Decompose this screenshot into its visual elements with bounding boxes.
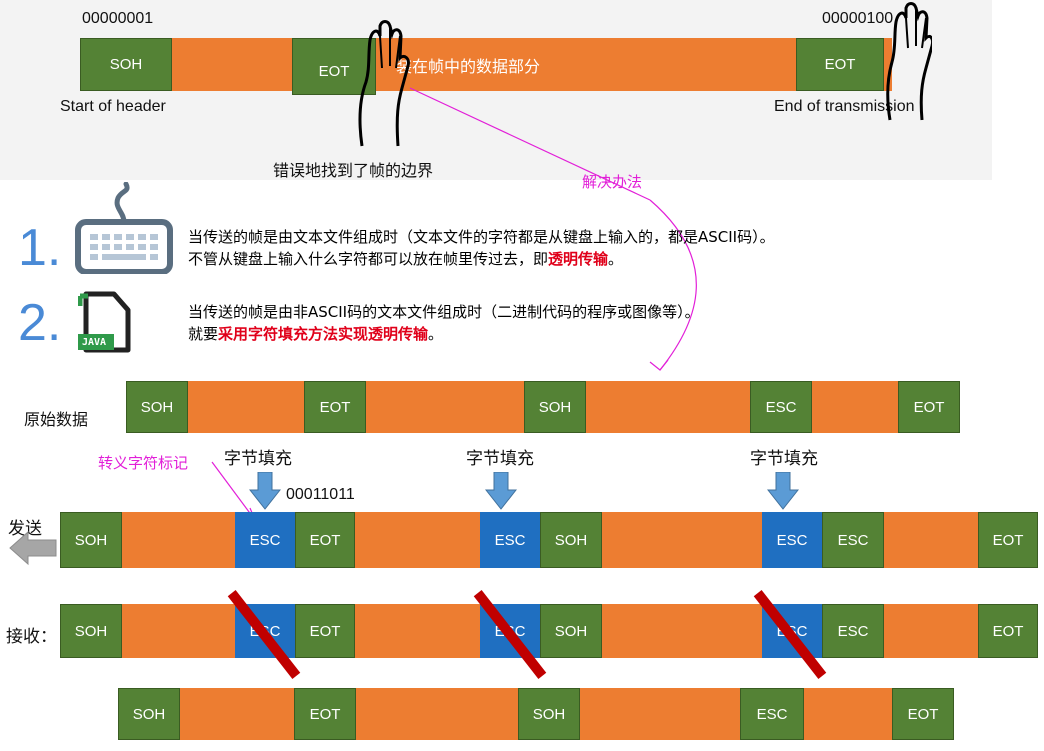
original-seg-soh-2: SOH xyxy=(524,381,586,433)
down-arrow-icon-2 xyxy=(485,472,517,510)
original-seg-soh-1: SOH xyxy=(126,381,188,433)
receive-seg-esc: ESC xyxy=(822,604,884,658)
point2-number: 2. xyxy=(18,294,62,352)
point1-line2: 不管从键盘上输入什么字符都可以放在帧里传过去，即透明传输。 xyxy=(188,248,775,270)
stuffing-label-2: 字节填充 xyxy=(466,449,534,469)
receive-frame: SOH ESC EOT ESC SOH ESC ESC EOT xyxy=(60,604,1038,658)
solution-label: 解决办法 xyxy=(582,173,643,191)
left-arrow-icon xyxy=(9,530,57,566)
send-seg-esc-stuffed-2: ESC xyxy=(480,512,540,568)
point1-number: 1. xyxy=(18,219,62,277)
result-seg-soh-2: SOH xyxy=(518,688,580,740)
point2-line1: 当传送的帧是由非ASCII码的文本文件组成时（二进制代码的程序或图像等）。 xyxy=(188,303,700,321)
java-icon-text: JAVA xyxy=(82,337,107,348)
send-seg-eot-1: EOT xyxy=(295,512,355,568)
send-seg-soh-1: SOH xyxy=(60,512,122,568)
point1-line2-suffix: 。 xyxy=(608,250,624,268)
original-label: 原始数据 xyxy=(24,410,89,429)
send-seg-esc-stuffed-1: ESC xyxy=(235,512,295,568)
point2-emphasis: 采用字符填充方法实现透明传输 xyxy=(218,325,429,343)
down-arrow-icon-3 xyxy=(767,472,799,510)
point2-line2-suffix: 。 xyxy=(428,325,444,343)
result-frame: SOH EOT SOH ESC EOT xyxy=(118,688,954,740)
stuffing-label-3: 字节填充 xyxy=(750,449,818,469)
send-seg-esc: ESC xyxy=(822,512,884,568)
point1-line2-prefix: 不管从键盘上输入什么字符都可以放在帧里传过去，即 xyxy=(188,250,549,268)
point2-line2-prefix: 就要 xyxy=(188,325,219,343)
result-seg-eot-2: EOT xyxy=(892,688,954,740)
result-seg-esc: ESC xyxy=(740,688,804,740)
escape-note: 转义字符标记 xyxy=(98,454,189,472)
point2-text: 当传送的帧是由非ASCII码的文本文件组成时（二进制代码的程序或图像等）。 就要… xyxy=(188,301,700,345)
keyboard-icon xyxy=(75,182,173,274)
point1-line1: 当传送的帧是由文本文件组成时（文本文件的字符都是从键盘上输入的，都是ASCII码… xyxy=(188,228,775,246)
original-seg-eot-1: EOT xyxy=(304,381,366,433)
down-arrow-icon-1 xyxy=(249,472,281,510)
esc-code: 00011011 xyxy=(286,486,355,503)
point2-line2: 就要采用字符填充方法实现透明传输。 xyxy=(188,323,700,345)
original-frame: SOH EOT SOH ESC EOT xyxy=(126,381,960,433)
receive-seg-soh-2: SOH xyxy=(540,604,602,658)
stuffing-label-1: 字节填充 xyxy=(224,449,292,469)
receive-seg-eot-2: EOT xyxy=(978,604,1038,658)
send-frame: SOH ESC EOT ESC SOH ESC ESC EOT xyxy=(60,512,1038,568)
receive-label: 接收： xyxy=(6,627,57,647)
send-seg-soh-2: SOH xyxy=(540,512,602,568)
receive-seg-eot-1: EOT xyxy=(295,604,355,658)
send-seg-eot-2: EOT xyxy=(978,512,1038,568)
original-seg-eot-2: EOT xyxy=(898,381,960,433)
result-seg-eot-1: EOT xyxy=(294,688,356,740)
send-seg-esc-stuffed-3: ESC xyxy=(762,512,822,568)
original-seg-esc: ESC xyxy=(750,381,812,433)
point1-emphasis: 透明传输 xyxy=(548,250,609,268)
result-seg-soh-1: SOH xyxy=(118,688,180,740)
receive-seg-soh-1: SOH xyxy=(60,604,122,658)
point1-text: 当传送的帧是由文本文件组成时（文本文件的字符都是从键盘上输入的，都是ASCII码… xyxy=(188,226,775,270)
